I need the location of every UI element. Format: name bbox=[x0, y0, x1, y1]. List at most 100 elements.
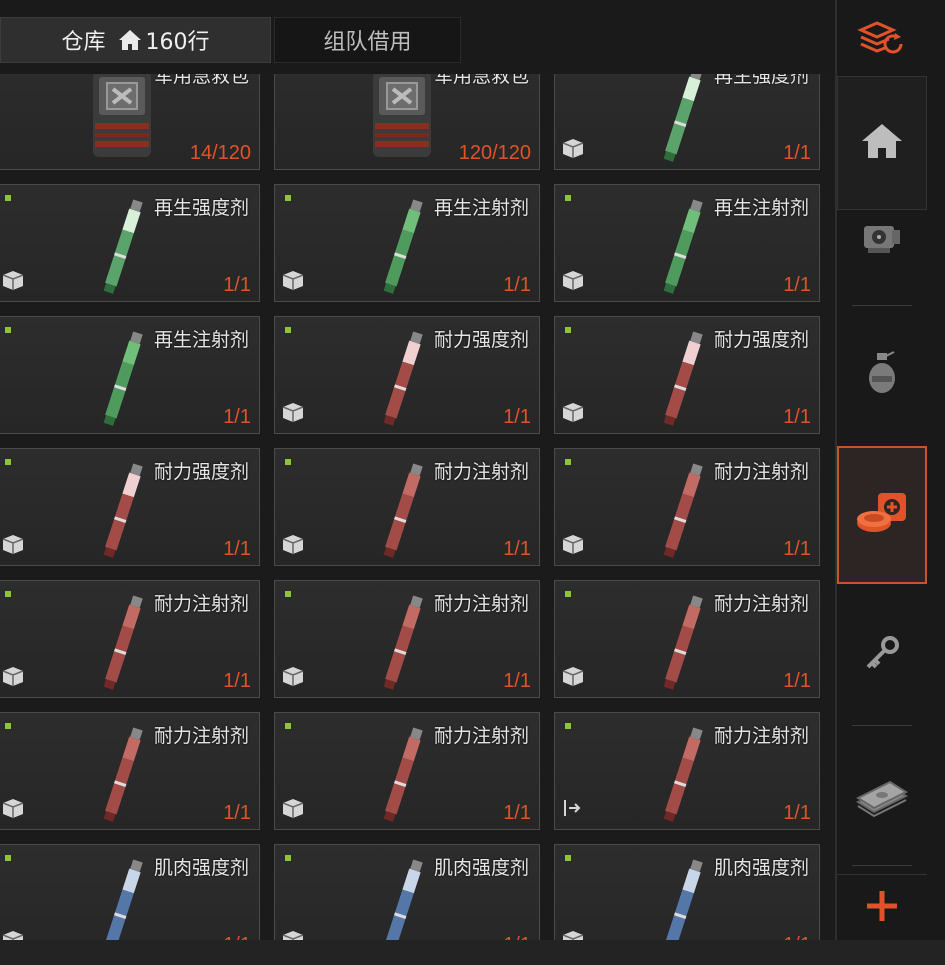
box-icon bbox=[281, 797, 305, 823]
item-card[interactable]: 耐力注射剂 1/1 bbox=[554, 448, 820, 566]
exit-icon bbox=[561, 797, 583, 823]
sort-layers-button[interactable] bbox=[837, 18, 927, 66]
item-card[interactable]: 耐力注射剂 1/1 bbox=[554, 712, 820, 830]
item-card[interactable]: 耐力注射剂 1/1 bbox=[0, 712, 260, 830]
item-name: 耐力注射剂 bbox=[433, 725, 529, 747]
item-count: 1/1 bbox=[783, 670, 811, 692]
item-count: 1/1 bbox=[223, 670, 251, 692]
sidebar-divider bbox=[852, 725, 912, 726]
item-name: 再生注射剂 bbox=[713, 197, 809, 219]
money-icon bbox=[854, 778, 910, 822]
status-dot bbox=[565, 855, 571, 861]
item-count: 1/1 bbox=[503, 406, 531, 428]
status-dot bbox=[5, 591, 11, 597]
item-card[interactable]: 再生注射剂 1/1 bbox=[274, 184, 540, 302]
sidebar-item-keys[interactable] bbox=[837, 625, 927, 685]
medical-icon bbox=[854, 489, 910, 541]
box-icon bbox=[561, 665, 585, 691]
grenade-icon bbox=[864, 350, 900, 400]
row-count: 160行 bbox=[145, 30, 210, 55]
item-name: 耐力注射剂 bbox=[433, 461, 529, 483]
box-icon bbox=[561, 533, 585, 559]
status-dot bbox=[565, 327, 571, 333]
status-dot bbox=[565, 459, 571, 465]
item-count: 14/120 bbox=[189, 142, 251, 164]
box-icon bbox=[561, 401, 585, 427]
item-card[interactable]: 耐力强度剂 1/1 bbox=[554, 316, 820, 434]
item-card[interactable]: 耐力强度剂 1/1 bbox=[0, 448, 260, 566]
home-icon bbox=[860, 122, 904, 164]
sidebar-divider bbox=[852, 305, 912, 306]
box-icon bbox=[1, 665, 25, 691]
item-card[interactable]: 耐力注射剂 1/1 bbox=[274, 580, 540, 698]
item-count: 1/1 bbox=[783, 274, 811, 296]
item-count: 1/1 bbox=[783, 406, 811, 428]
item-name: 肌肉强度剂 bbox=[433, 857, 529, 879]
item-name: 耐力注射剂 bbox=[713, 593, 809, 615]
box-icon bbox=[1, 533, 25, 559]
bottom-bar bbox=[0, 940, 945, 965]
category-sidebar bbox=[835, 0, 945, 940]
item-count: 1/1 bbox=[783, 538, 811, 560]
item-count: 1/1 bbox=[223, 274, 251, 296]
item-count: 1/1 bbox=[223, 802, 251, 824]
item-name: 再生注射剂 bbox=[433, 197, 529, 219]
box-icon bbox=[281, 665, 305, 691]
item-card[interactable]: 耐力注射剂 1/1 bbox=[274, 712, 540, 830]
status-dot bbox=[285, 855, 291, 861]
item-name: 耐力注射剂 bbox=[433, 593, 529, 615]
box-icon bbox=[281, 533, 305, 559]
box-icon bbox=[281, 401, 305, 427]
add-icon bbox=[865, 889, 899, 927]
sort-layers-icon bbox=[857, 20, 907, 64]
item-card[interactable]: 再生注射剂 1/1 bbox=[554, 184, 820, 302]
box-icon bbox=[1, 269, 25, 295]
item-card[interactable]: 耐力注射剂 1/1 bbox=[554, 580, 820, 698]
top-bar: 仓库 160行 组队借用 bbox=[0, 0, 835, 74]
add-button[interactable] bbox=[837, 874, 927, 941]
item-card[interactable]: 再生注射剂 1/1 bbox=[0, 316, 260, 434]
tab-warehouse[interactable]: 仓库 160行 bbox=[0, 17, 271, 63]
status-dot bbox=[565, 195, 571, 201]
sidebar-item-money[interactable] bbox=[837, 765, 927, 835]
item-grid: 军用急救包 14/120 军用急救包 120/120 再生强度剂 1/1 再生强… bbox=[0, 52, 835, 940]
box-icon bbox=[561, 137, 585, 163]
item-card[interactable]: 耐力注射剂 1/1 bbox=[274, 448, 540, 566]
item-count: 1/1 bbox=[503, 670, 531, 692]
item-name: 耐力注射剂 bbox=[153, 593, 249, 615]
item-name: 耐力注射剂 bbox=[713, 725, 809, 747]
status-dot bbox=[285, 327, 291, 333]
status-dot bbox=[5, 459, 11, 465]
sidebar-item-medical[interactable] bbox=[837, 446, 927, 584]
box-icon bbox=[281, 269, 305, 295]
item-card[interactable]: 耐力注射剂 1/1 bbox=[0, 580, 260, 698]
box-icon bbox=[1, 929, 25, 940]
item-name: 耐力强度剂 bbox=[433, 329, 529, 351]
item-count: 1/1 bbox=[503, 538, 531, 560]
box-icon bbox=[561, 269, 585, 295]
item-count: 1/1 bbox=[223, 406, 251, 428]
item-card[interactable]: 肌肉强度剂1/1 bbox=[0, 844, 260, 940]
box-icon bbox=[561, 929, 585, 940]
status-dot bbox=[5, 195, 11, 201]
status-dot bbox=[565, 723, 571, 729]
sidebar-item-grenades[interactable] bbox=[837, 345, 927, 405]
tab-team-borrow[interactable]: 组队借用 bbox=[274, 17, 461, 63]
item-count: 1/1 bbox=[503, 274, 531, 296]
sidebar-item-all[interactable] bbox=[837, 76, 927, 210]
sidebar-item-attachments[interactable] bbox=[837, 210, 927, 270]
item-card[interactable]: 再生强度剂 1/1 bbox=[0, 184, 260, 302]
item-name: 耐力强度剂 bbox=[713, 329, 809, 351]
item-card[interactable]: 肌肉强度剂1/1 bbox=[274, 844, 540, 940]
item-count: 1/1 bbox=[783, 142, 811, 164]
item-name: 再生强度剂 bbox=[153, 197, 249, 219]
item-card[interactable]: 肌肉强度剂1/1 bbox=[554, 844, 820, 940]
box-icon bbox=[281, 929, 305, 940]
item-count: 1/1 bbox=[223, 538, 251, 560]
status-dot bbox=[5, 327, 11, 333]
status-dot bbox=[565, 591, 571, 597]
item-count: 1/1 bbox=[503, 802, 531, 824]
item-card[interactable]: 耐力强度剂 1/1 bbox=[274, 316, 540, 434]
home-icon bbox=[118, 29, 142, 51]
item-name: 再生注射剂 bbox=[153, 329, 249, 351]
